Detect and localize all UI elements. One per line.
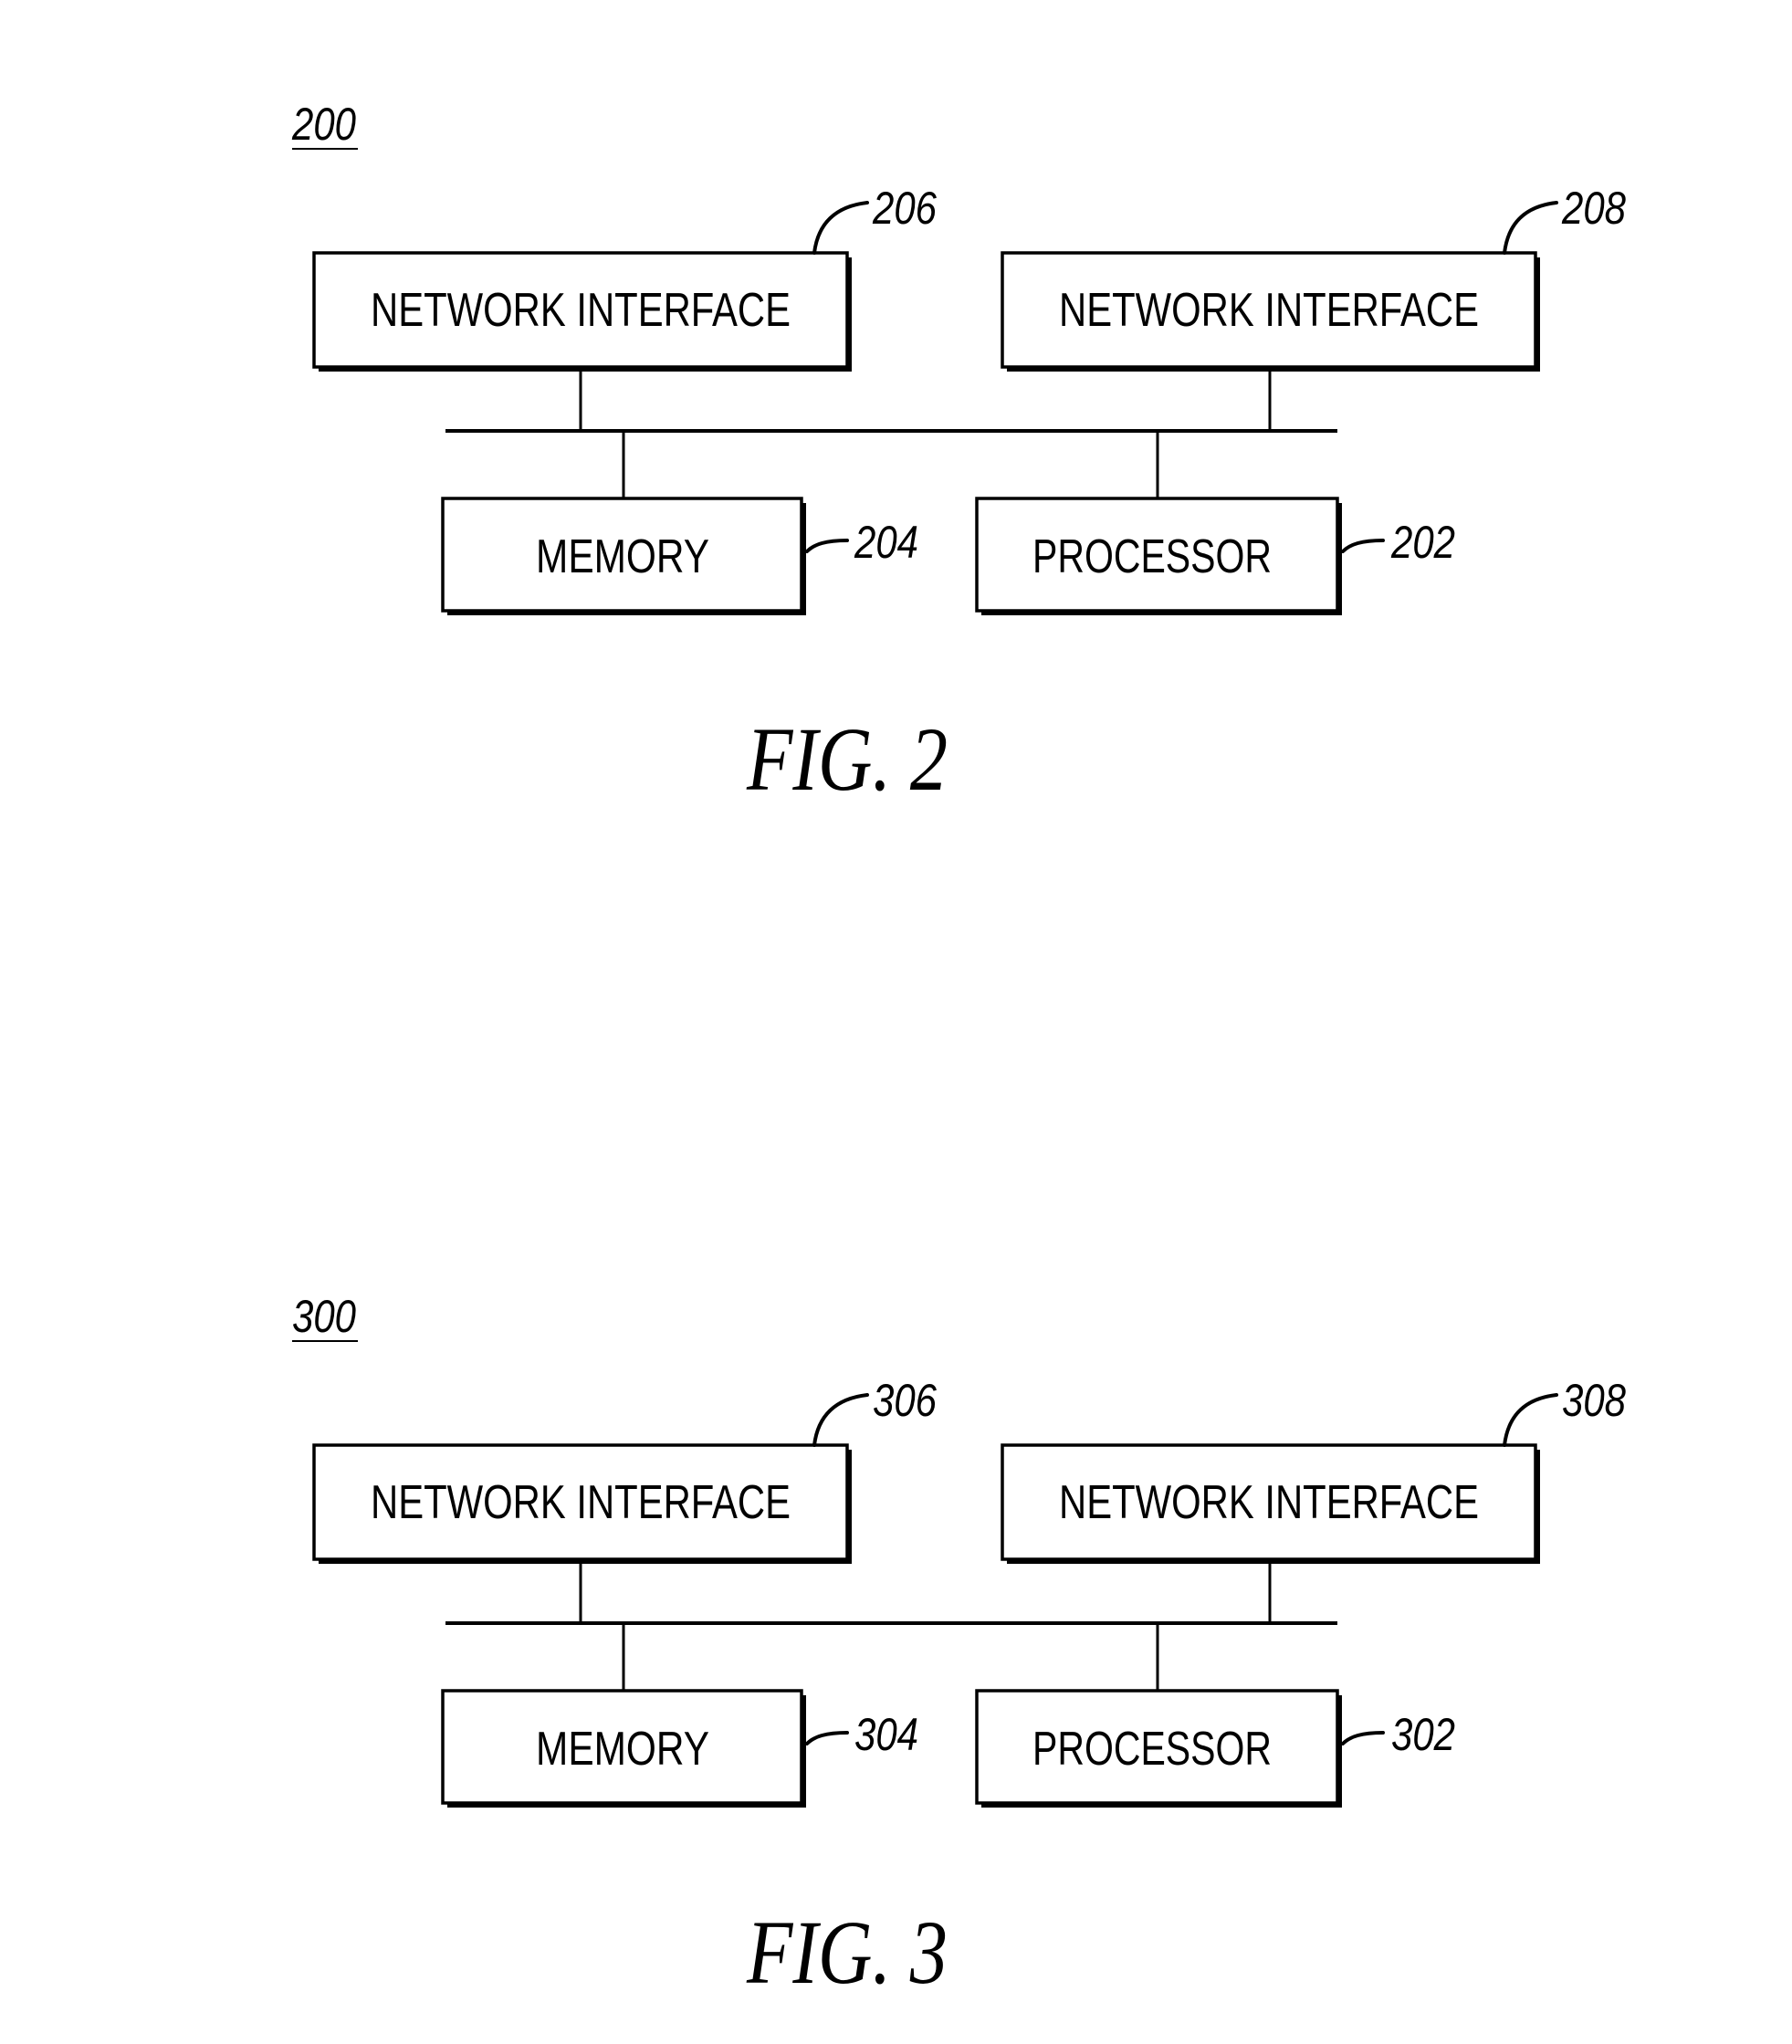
reference-numeral-network-interface-right: 308 [1562,1375,1626,1426]
reference-leader-memory [805,1731,849,1745]
reference-leader-network-interface-left [812,1393,869,1447]
reference-leader-processor [1341,539,1385,553]
figure-caption: FIG. 2 [746,708,948,810]
figure-caption: FIG. 3 [746,1902,948,2003]
memory-label: MEMORY [536,530,709,583]
network-interface-left-block: NETWORK INTERFACE [312,251,852,372]
figure-number: 300 [292,1291,356,1342]
reference-leader-memory [805,539,849,553]
figure-2: 200 NETWORK INTERFACE 206 NETWORK INTERF… [291,99,1626,810]
reference-leader-processor [1341,1731,1385,1745]
processor-label: PROCESSOR [1032,530,1272,583]
reference-numeral-memory: 204 [854,517,918,568]
processor-label: PROCESSOR [1032,1723,1272,1776]
memory-block: MEMORY [441,497,806,615]
network-interface-right-label: NETWORK INTERFACE [1059,284,1479,337]
reference-leader-network-interface-left [812,201,869,255]
memory-label: MEMORY [536,1723,709,1776]
reference-numeral-network-interface-left: 206 [872,183,937,234]
network-interface-left-label: NETWORK INTERFACE [371,1476,791,1529]
patent-drawing-sheet: 200 NETWORK INTERFACE 206 NETWORK INTERF… [291,99,1626,2003]
reference-numeral-processor: 202 [1390,517,1455,568]
reference-leader-network-interface-right [1503,1393,1558,1447]
network-interface-left-label: NETWORK INTERFACE [371,284,791,337]
network-interface-right-block: NETWORK INTERFACE [1001,251,1540,372]
reference-numeral-network-interface-right: 208 [1561,183,1626,234]
reference-numeral-processor: 302 [1391,1709,1455,1760]
reference-leader-network-interface-right [1503,201,1558,255]
processor-block: PROCESSOR [975,1689,1342,1808]
reference-numeral-network-interface-left: 306 [873,1375,937,1426]
figure-number: 200 [291,99,356,150]
memory-block: MEMORY [441,1689,806,1808]
processor-block: PROCESSOR [975,497,1342,615]
network-interface-right-block: NETWORK INTERFACE [1001,1443,1540,1564]
figure-3: 300 NETWORK INTERFACE 306 NETWORK INTERF… [292,1291,1626,2003]
network-interface-right-label: NETWORK INTERFACE [1059,1476,1479,1529]
reference-numeral-memory: 304 [854,1709,918,1760]
network-interface-left-block: NETWORK INTERFACE [312,1443,852,1564]
